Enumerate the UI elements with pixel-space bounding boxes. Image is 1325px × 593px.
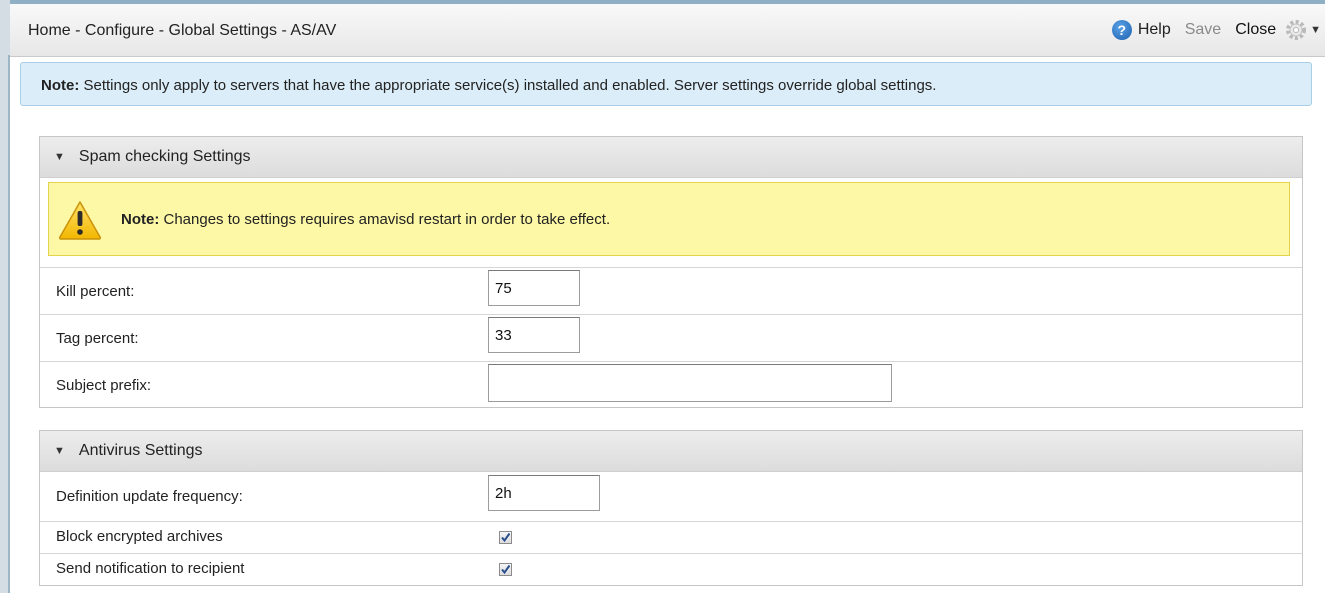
spam-settings-title: Spam checking Settings bbox=[78, 148, 251, 165]
subject-prefix-row: Subject prefix: bbox=[40, 361, 1302, 407]
help-button[interactable]: Help bbox=[1138, 21, 1171, 39]
warning-message: Changes to settings requires amavisd res… bbox=[159, 211, 611, 228]
definition-frequency-label: Definition update frequency: bbox=[56, 488, 243, 505]
checkmark-icon bbox=[501, 532, 511, 543]
checkmark-icon bbox=[501, 564, 511, 575]
warning-prefix: Note: bbox=[121, 211, 160, 228]
kill-percent-input[interactable] bbox=[488, 270, 580, 306]
collapse-triangle-icon[interactable]: ▼ bbox=[54, 151, 65, 163]
restart-warning: Note: Changes to settings requires amavi… bbox=[48, 182, 1290, 256]
subject-prefix-input[interactable] bbox=[488, 364, 892, 402]
save-button[interactable]: Save bbox=[1185, 21, 1221, 39]
note-text: Settings only apply to servers that have… bbox=[79, 77, 937, 94]
tag-percent-row: Tag percent: bbox=[40, 314, 1302, 361]
block-encrypted-checkbox[interactable] bbox=[499, 531, 512, 544]
block-encrypted-label: Block encrypted archives bbox=[56, 528, 223, 545]
note-prefix: Note: bbox=[41, 77, 80, 94]
subject-prefix-label: Subject prefix: bbox=[56, 377, 152, 394]
warning-icon bbox=[58, 201, 102, 240]
send-notification-label: Send notification to recipient bbox=[56, 560, 245, 577]
block-encrypted-row: Block encrypted archives bbox=[40, 521, 1302, 553]
tag-percent-label: Tag percent: bbox=[56, 330, 139, 347]
definition-frequency-input[interactable] bbox=[488, 475, 600, 511]
chevron-down-icon[interactable]: ▼ bbox=[1310, 24, 1321, 36]
antivirus-settings-panel: ▼ Antivirus Settings Definition update f… bbox=[39, 430, 1303, 586]
window-left-divider bbox=[8, 55, 10, 593]
gear-icon[interactable] bbox=[1284, 18, 1308, 42]
close-button[interactable]: Close bbox=[1235, 21, 1276, 39]
kill-percent-row: Kill percent: bbox=[40, 267, 1302, 314]
collapse-triangle-icon[interactable]: ▼ bbox=[54, 445, 65, 457]
tag-percent-input[interactable] bbox=[488, 317, 580, 353]
send-notification-checkbox[interactable] bbox=[499, 563, 512, 576]
breadcrumb: Home - Configure - Global Settings - AS/… bbox=[28, 22, 337, 39]
help-icon[interactable]: ? bbox=[1111, 20, 1132, 40]
toolbar: ? Help Save Close ▼ bbox=[1111, 17, 1325, 43]
spam-settings-header[interactable]: ▼ Spam checking Settings bbox=[40, 137, 1302, 178]
antivirus-settings-title: Antivirus Settings bbox=[78, 442, 203, 459]
global-note: Note: Settings only apply to servers tha… bbox=[20, 62, 1312, 106]
antivirus-settings-header[interactable]: ▼ Antivirus Settings bbox=[40, 431, 1302, 472]
spam-settings-panel: ▼ Spam checking Settings Note: Changes t… bbox=[39, 136, 1303, 408]
title-bar: Home - Configure - Global Settings - AS/… bbox=[10, 4, 1325, 57]
send-notification-row: Send notification to recipient bbox=[40, 553, 1302, 585]
restart-warning-text: Note: Changes to settings requires amavi… bbox=[121, 211, 610, 228]
definition-frequency-row: Definition update frequency: bbox=[40, 472, 1302, 520]
kill-percent-label: Kill percent: bbox=[56, 283, 135, 300]
